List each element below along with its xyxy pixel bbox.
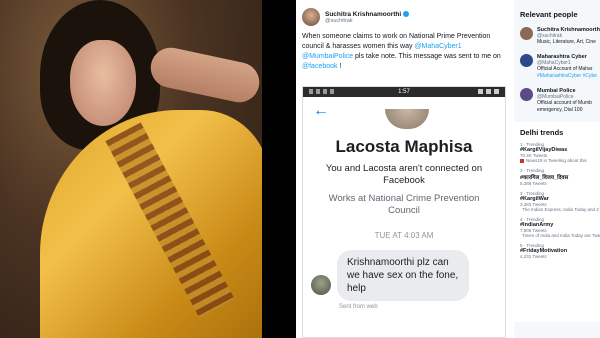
tweet-card: Suchitra Krishnamoorthi @suchitrak When … <box>296 0 514 338</box>
person-bio-link: #MaharashtraCyber #Cybe <box>537 73 597 80</box>
trend-context-text: Times of India and India Today are Tweet… <box>522 233 600 238</box>
tweet-text-part: pls take note. This message was sent to … <box>353 53 501 60</box>
status-left-icons <box>309 89 334 94</box>
news-photo <box>0 0 262 338</box>
right-sidebar: Relevant people Suchitra Krishnamoorth @… <box>514 0 600 338</box>
trend-item[interactable]: 5 · Trending #FridayMotivation 4,231 Tweet… <box>520 243 600 259</box>
tweet-author-name[interactable]: Suchitra Krishnamoorthi <box>325 11 410 18</box>
trend-context: Times of India and India Today are Tweet… <box>520 233 600 238</box>
news-source-icon <box>520 158 524 163</box>
messenger-app-bar: ← <box>303 97 505 129</box>
message-bubble: Krishnamoorthi plz can we have sex on th… <box>337 250 469 301</box>
tweet-header: Suchitra Krishnamoorthi @suchitrak <box>302 8 508 26</box>
trend-item[interactable]: 4 · Trending #IndianArmy 7,906 Tweets Times… <box>520 217 600 238</box>
mention-link[interactable]: @MumbaiPolice <box>302 53 353 60</box>
person-bio: emergency, Dial 100 <box>537 107 583 113</box>
relevant-person[interactable]: Mumbai Police @MumbaiPolice Official acc… <box>520 88 600 114</box>
tweet-text-part: When someone claims to work on National … <box>302 33 491 50</box>
trend-item[interactable]: 2 · Trending #कारगिल_विजय_दिवस 5,268 Tweet… <box>520 168 600 186</box>
trend-tweet-count: 4,231 Tweets <box>520 254 547 259</box>
connection-status: You and Lacosta aren't connected on Face… <box>325 163 483 186</box>
relevant-person[interactable]: Maharashtra Cyber @MahaCyber1 Official A… <box>520 54 600 80</box>
tweet-text-part: ! <box>337 63 342 70</box>
trend-context: News18 is Tweeting about this <box>520 158 600 163</box>
message-row: Krishnamoorthi plz can we have sex on th… <box>303 250 505 301</box>
embedded-screenshot: 1:57 ← Lacosta Maphisa You and Lacosta a… <box>302 86 506 338</box>
photo-arm <box>147 44 262 106</box>
person-bio: Official account of Mumb <box>537 100 592 106</box>
profile-workplace: Works at National Crime Prevention Counc… <box>328 193 480 216</box>
profile-name: Lacosta Maphisa <box>335 137 473 156</box>
person-avatar[interactable] <box>520 88 533 101</box>
trend-item[interactable]: 1 · Trending #KargilVijayDiwas 70.4K Tweet… <box>520 142 600 163</box>
message-timestamp: TUE AT 4:03 AM <box>374 231 434 240</box>
trend-context-text: The Indian Express, India Today and 2 mo… <box>522 207 600 212</box>
relevant-person[interactable]: Suchitra Krishnamoorth @suchitrak Music,… <box>520 27 600 46</box>
trend-tweet-count: 5,268 Tweets <box>520 181 547 186</box>
photo-face <box>70 40 136 126</box>
person-avatar[interactable] <box>520 54 533 67</box>
trends-title: Delhi trends <box>520 128 564 137</box>
phone-status-bar: 1:57 <box>303 87 505 97</box>
trend-list: 1 · Trending #KargilVijayDiwas 70.4K Tweet… <box>520 142 600 259</box>
panel-divider <box>262 0 296 338</box>
trend-item[interactable]: 3 · Trending #KargilWar 3,383 Tweets The In… <box>520 191 600 212</box>
hashtag-link[interactable]: #MaharashtraCyber #Cybe <box>537 73 597 79</box>
trend-context: The Indian Express, India Today and 2 mo… <box>520 207 600 212</box>
person-avatar[interactable] <box>520 27 533 40</box>
sent-from-label: Sent from web <box>339 304 378 310</box>
phone-time: 1:57 <box>398 89 410 95</box>
relevant-people-title: Relevant people <box>520 10 578 19</box>
person-bio: Music, Literature, Art, Cine <box>537 39 596 45</box>
tweet-text: When someone claims to work on National … <box>302 32 508 72</box>
trends-panel: Delhi trends 1 · Trending #KargilVijayDiw… <box>514 122 600 322</box>
mention-link[interactable]: @facebook <box>302 63 338 70</box>
sender-avatar <box>311 275 331 295</box>
status-right-icons <box>478 89 499 94</box>
back-arrow-icon[interactable]: ← <box>313 103 329 119</box>
profile-picture <box>385 109 429 129</box>
tweet-author-handle[interactable]: @suchitrak <box>325 18 409 24</box>
trend-hashtag[interactable]: #कारगिल_विजय_दिवस <box>520 173 600 181</box>
mention-link[interactable]: @MahaCyber1 <box>414 43 461 50</box>
trend-context-text: News18 is Tweeting about this <box>526 158 587 163</box>
tweet-author-avatar[interactable] <box>302 8 320 26</box>
tweet-author-name-text[interactable]: Suchitra Krishnamoorthi <box>325 11 401 18</box>
verified-icon <box>403 11 410 17</box>
person-bio: Official Account of Mahar <box>537 66 593 72</box>
